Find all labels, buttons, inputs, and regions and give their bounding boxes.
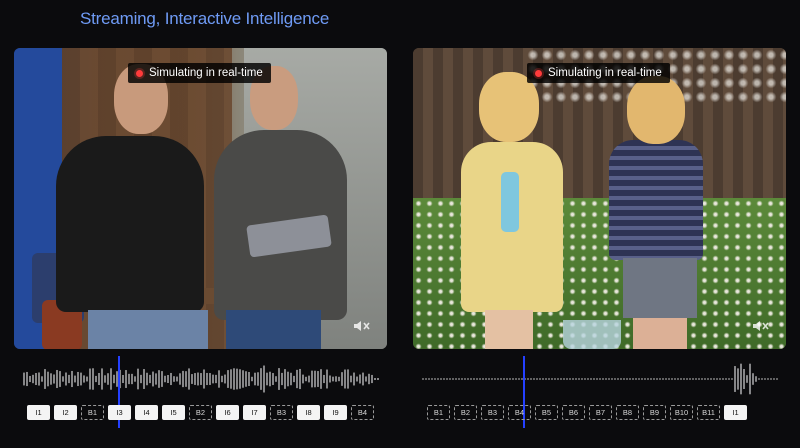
segment-chip[interactable]: B4: [351, 405, 374, 420]
segment-chip[interactable]: I9: [324, 405, 347, 420]
segment-chip[interactable]: I1: [27, 405, 50, 420]
segment-chip[interactable]: B5: [535, 405, 558, 420]
segment-chip[interactable]: I1: [724, 405, 747, 420]
segment-chips-left: I1 I2 B1 I3 I4 I5 B2 I6 I7 B3 I8 I9 B4: [27, 405, 374, 420]
video-frame-right: [413, 48, 786, 349]
segment-chips-right: B1 B2 B3 B4 B5 B6 B7 B8 B9 B10 B11 I1: [427, 405, 747, 420]
segment-chip[interactable]: B3: [481, 405, 504, 420]
live-badge-right: Simulating in real-time: [527, 63, 670, 83]
audio-timeline-left[interactable]: [14, 356, 387, 428]
segment-chip[interactable]: B1: [427, 405, 450, 420]
speaker-muted-icon[interactable]: [353, 319, 371, 333]
segment-chip[interactable]: I5: [162, 405, 185, 420]
segment-chip[interactable]: B4: [508, 405, 531, 420]
segment-chip[interactable]: B6: [562, 405, 585, 420]
segment-chip[interactable]: B1: [81, 405, 104, 420]
segment-chip[interactable]: B2: [454, 405, 477, 420]
video-frame-left: [14, 48, 387, 349]
page-title: Streaming, Interactive Intelligence: [80, 9, 330, 28]
segment-chip[interactable]: B9: [643, 405, 666, 420]
segment-chip[interactable]: B11: [697, 405, 720, 420]
segment-chip[interactable]: I2: [54, 405, 77, 420]
badge-text: Simulating in real-time: [548, 67, 662, 79]
record-dot-icon: [535, 69, 542, 77]
audio-waveform-right: [422, 363, 778, 395]
segment-chip[interactable]: I8: [297, 405, 320, 420]
segment-chip[interactable]: I7: [243, 405, 266, 420]
record-dot-icon: [136, 69, 143, 77]
segment-chip[interactable]: B3: [270, 405, 293, 420]
speaker-muted-icon[interactable]: [752, 319, 770, 333]
live-badge-left: Simulating in real-time: [128, 63, 271, 83]
segment-chip[interactable]: I6: [216, 405, 239, 420]
audio-waveform-left: [23, 365, 379, 393]
badge-text: Simulating in real-time: [149, 67, 263, 79]
segment-chip[interactable]: I4: [135, 405, 158, 420]
segment-chip[interactable]: B8: [616, 405, 639, 420]
audio-timeline-right[interactable]: [413, 356, 786, 428]
segment-chip[interactable]: I3: [108, 405, 131, 420]
segment-chip[interactable]: B10: [670, 405, 693, 420]
video-panel-left[interactable]: Simulating in real-time: [14, 48, 387, 349]
segment-chip[interactable]: B2: [189, 405, 212, 420]
video-panel-right[interactable]: Simulating in real-time: [413, 48, 786, 349]
segment-chip[interactable]: B7: [589, 405, 612, 420]
